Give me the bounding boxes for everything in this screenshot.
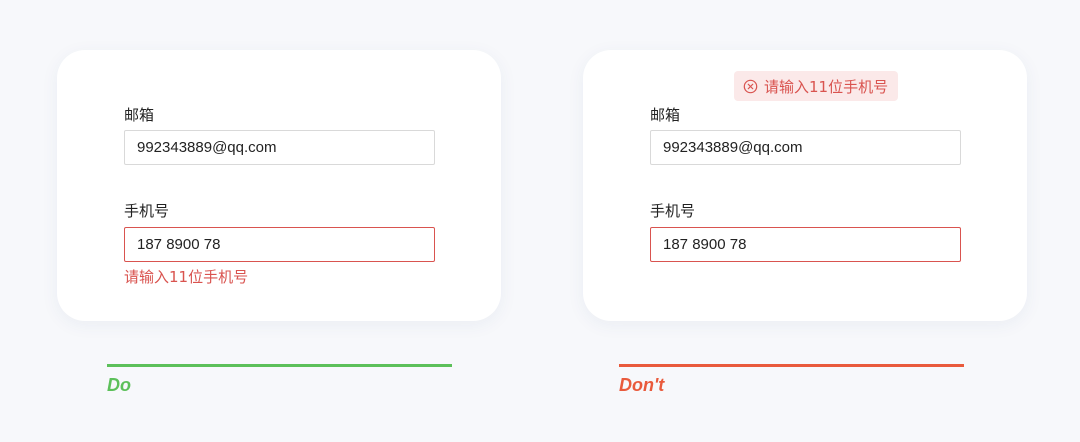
email-field[interactable]	[650, 130, 961, 165]
dont-example-card: 请输入11位手机号 邮箱 手机号	[583, 50, 1027, 321]
toast-message: 请输入11位手机号	[764, 77, 889, 96]
dont-verdict-label: Don't	[619, 375, 665, 395]
dont-divider	[619, 364, 964, 367]
do-divider	[107, 364, 452, 367]
phone-error-message: 请输入11位手机号	[124, 268, 249, 286]
close-circle-icon	[743, 79, 758, 94]
email-label: 邮箱	[650, 106, 681, 124]
email-label: 邮箱	[124, 106, 155, 124]
phone-field[interactable]	[124, 227, 435, 262]
phone-field[interactable]	[650, 227, 961, 262]
phone-label: 手机号	[650, 202, 696, 220]
email-field[interactable]	[124, 130, 435, 165]
error-toast: 请输入11位手机号	[734, 71, 899, 101]
do-example-card: 邮箱 手机号 请输入11位手机号	[57, 50, 501, 321]
phone-label: 手机号	[124, 202, 170, 220]
do-verdict-label: Do	[107, 375, 131, 395]
